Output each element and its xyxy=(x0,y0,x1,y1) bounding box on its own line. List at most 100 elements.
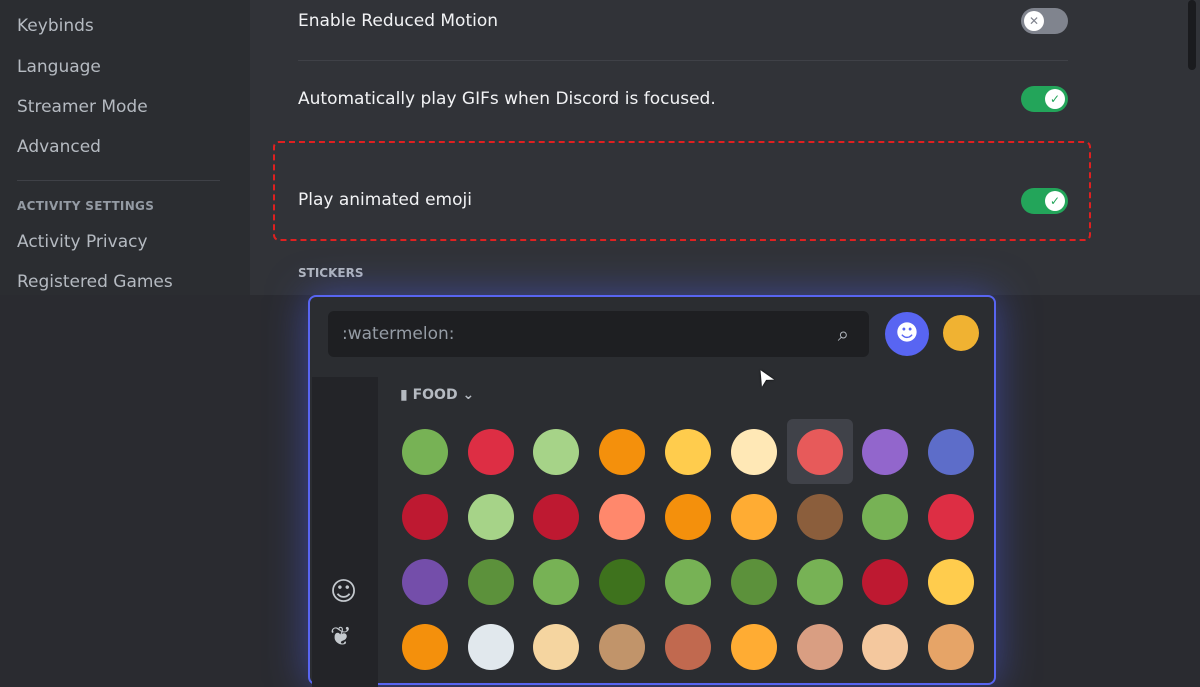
category-label: FOOD xyxy=(412,387,458,403)
smiley-icon[interactable]: ☺ xyxy=(330,577,357,607)
olive-icon xyxy=(533,558,580,605)
emoji-sweet-potato[interactable] xyxy=(655,614,721,679)
croissant-icon xyxy=(730,623,777,670)
emoji-strawberry[interactable] xyxy=(392,484,458,549)
pineapple-icon xyxy=(730,493,777,540)
emoji-avocado[interactable] xyxy=(458,549,524,614)
emoji-kiwi[interactable] xyxy=(853,484,919,549)
strawberry-icon xyxy=(401,493,448,540)
sidebar-section-header: ACTIVITY SETTINGS xyxy=(17,199,155,213)
carrot-icon xyxy=(401,623,448,670)
emoji-tomato[interactable] xyxy=(918,484,984,549)
baguette-icon xyxy=(928,623,975,670)
avocado-icon xyxy=(467,558,514,605)
garlic-icon xyxy=(467,623,514,670)
emoji-melon[interactable] xyxy=(458,484,524,549)
emoji-search-input[interactable]: :watermelon: ⌕ xyxy=(328,311,869,357)
emoji-pear[interactable] xyxy=(524,419,590,484)
lemon-icon xyxy=(665,428,712,475)
emoji-tangerine[interactable] xyxy=(589,419,655,484)
category-header[interactable]: ▮ FOOD ⌄ xyxy=(400,387,474,403)
emoji-red-apple[interactable] xyxy=(458,419,524,484)
sidebar-item-keybinds[interactable]: Keybinds xyxy=(17,16,94,36)
potato-icon xyxy=(599,623,646,670)
grapes-icon xyxy=(862,428,909,475)
tangerine-icon xyxy=(599,428,646,475)
sidebar-divider xyxy=(17,180,220,181)
emoji-mango[interactable] xyxy=(655,484,721,549)
tomato-icon xyxy=(928,493,975,540)
emoji-eggplant[interactable] xyxy=(392,549,458,614)
emoji-garlic[interactable] xyxy=(458,614,524,679)
emoji-lemon[interactable] xyxy=(655,419,721,484)
emoji-coconut[interactable] xyxy=(787,484,853,549)
emoji-cherries[interactable] xyxy=(524,484,590,549)
emoji-grid xyxy=(392,419,984,679)
sidebar-item-language[interactable]: Language xyxy=(17,57,101,77)
emoji-bread[interactable] xyxy=(853,614,919,679)
emoji-broccoli[interactable] xyxy=(589,549,655,614)
emoji-cucumber[interactable] xyxy=(787,549,853,614)
emoji-corn[interactable] xyxy=(918,549,984,614)
emoji-blueberries[interactable] xyxy=(918,419,984,484)
autoplay-gifs-toggle[interactable]: ✓ xyxy=(1021,86,1068,112)
section-header-stickers: STICKERS xyxy=(298,266,364,280)
settings-sidebar: Keybinds Language Streamer Mode Advanced… xyxy=(0,0,250,295)
settings-panel: Keybinds Language Streamer Mode Advanced… xyxy=(0,0,1200,295)
emoji-baguette[interactable] xyxy=(918,614,984,679)
setting-label-autoplay-gifs: Automatically play GIFs when Discord is … xyxy=(298,89,716,109)
red-apple-icon xyxy=(467,428,514,475)
cucumber-icon xyxy=(796,558,843,605)
mango-icon xyxy=(665,493,712,540)
leafy-green-icon xyxy=(665,558,712,605)
emoji-onion[interactable] xyxy=(524,614,590,679)
search-value: :watermelon: xyxy=(342,324,455,344)
emoji-green-apple[interactable] xyxy=(392,419,458,484)
emoji-picker: :watermelon: ⌕ ☻ ☺ ❦ ▮ FOOD ⌄ xyxy=(308,295,996,687)
watermelon-icon xyxy=(796,428,843,475)
emoji-leafy-green[interactable] xyxy=(655,549,721,614)
emoji-pineapple[interactable] xyxy=(721,484,787,549)
banana-icon xyxy=(730,428,777,475)
bread-icon xyxy=(862,623,909,670)
emoji-bagel[interactable] xyxy=(787,614,853,679)
search-icon: ⌕ xyxy=(837,322,849,346)
corn-icon xyxy=(928,558,975,605)
eggplant-icon xyxy=(401,558,448,605)
melon-icon xyxy=(467,493,514,540)
setting-label-animated-emoji: Play animated emoji xyxy=(298,190,472,210)
emoji-grapes[interactable] xyxy=(853,419,919,484)
emoji-potato[interactable] xyxy=(589,614,655,679)
emoji-olive[interactable] xyxy=(524,549,590,614)
nitro-icon[interactable]: ☻ xyxy=(885,312,929,356)
broccoli-icon xyxy=(599,558,646,605)
emoji-watermelon[interactable] xyxy=(786,419,853,484)
onion-icon xyxy=(533,623,580,670)
bagel-icon xyxy=(796,623,843,670)
emoji-button-icon[interactable] xyxy=(943,315,979,351)
x-icon: ✕ xyxy=(1024,11,1044,31)
emoji-bell-pepper[interactable] xyxy=(721,549,787,614)
check-icon: ✓ xyxy=(1045,89,1065,109)
sidebar-item-advanced[interactable]: Advanced xyxy=(17,137,101,157)
emoji-hot-pepper[interactable] xyxy=(853,549,919,614)
sidebar-item-registered-games[interactable]: Registered Games xyxy=(17,272,173,292)
coconut-icon xyxy=(796,493,843,540)
emoji-carrot[interactable] xyxy=(392,614,458,679)
green-apple-icon xyxy=(401,428,448,475)
bell-pepper-icon xyxy=(730,558,777,605)
divider xyxy=(298,60,1068,61)
scrollbar[interactable] xyxy=(1188,0,1196,70)
reduced-motion-toggle[interactable]: ✕ xyxy=(1021,8,1068,34)
sidebar-item-streamer-mode[interactable]: Streamer Mode xyxy=(17,97,148,117)
cherries-icon xyxy=(533,493,580,540)
emoji-banana[interactable] xyxy=(721,419,787,484)
emoji-croissant[interactable] xyxy=(721,614,787,679)
animated-emoji-toggle[interactable]: ✓ xyxy=(1021,188,1068,214)
hot-pepper-icon xyxy=(862,558,909,605)
sidebar-item-activity-privacy[interactable]: Activity Privacy xyxy=(17,232,148,252)
leaf-icon[interactable]: ❦ xyxy=(330,622,352,652)
blueberries-icon xyxy=(928,428,975,475)
check-icon: ✓ xyxy=(1045,191,1065,211)
emoji-peach[interactable] xyxy=(589,484,655,549)
